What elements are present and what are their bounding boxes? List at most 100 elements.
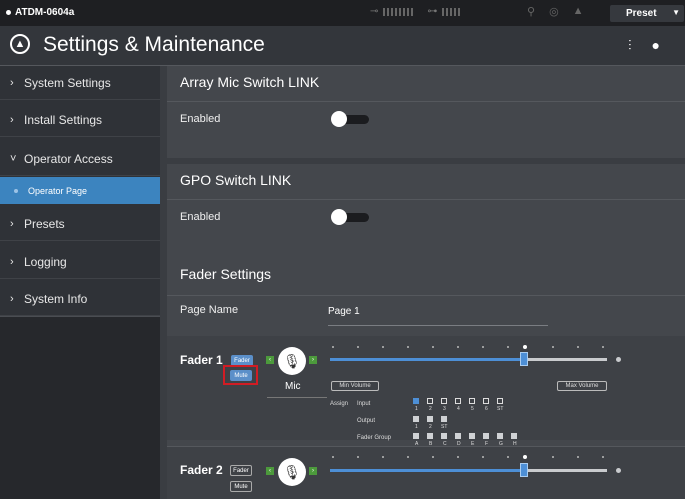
output-meter: ⊶ bbox=[427, 6, 463, 17]
fader-1-block: Fader 1 Fader Mute ‹ 🎙 › Mic Min Volume … bbox=[167, 336, 685, 441]
left-arrow-icon[interactable]: ‹ bbox=[266, 467, 274, 475]
input-num: 4 bbox=[457, 406, 460, 412]
fader-2-mute-button[interactable]: Mute bbox=[230, 481, 252, 492]
group-c-checkbox[interactable] bbox=[441, 433, 447, 439]
input-label: Input bbox=[357, 401, 371, 407]
slider-tick bbox=[432, 456, 434, 458]
device-indicator: ATDM-0604a bbox=[6, 7, 74, 18]
group-g-checkbox[interactable] bbox=[497, 433, 503, 439]
input-5-checkbox[interactable] bbox=[469, 398, 475, 404]
fader-1-slider-thumb[interactable] bbox=[520, 352, 528, 366]
signal-icon: ◎ bbox=[549, 6, 559, 18]
chevron-down-icon: ▼ bbox=[672, 8, 680, 17]
array-mic-title: Array Mic Switch LINK bbox=[167, 66, 685, 102]
group-d-checkbox[interactable] bbox=[455, 433, 461, 439]
preset-dropdown[interactable]: Preset ▼ bbox=[610, 5, 684, 22]
mixer-settings-icon[interactable]: ⫶ bbox=[628, 37, 632, 54]
device-name: ATDM-0604a bbox=[15, 7, 75, 18]
sidebar-item-install-settings[interactable]: › Install Settings bbox=[0, 103, 160, 137]
sidebar-item-system-info[interactable]: › System Info bbox=[0, 282, 160, 316]
input-1-checkbox[interactable] bbox=[413, 398, 419, 404]
source-underline bbox=[267, 397, 327, 398]
input-3-checkbox[interactable] bbox=[441, 398, 447, 404]
fader-1-slider-fill bbox=[330, 358, 523, 361]
input-num: 3 bbox=[443, 406, 446, 412]
bullet-icon bbox=[14, 188, 18, 193]
output-num: 2 bbox=[429, 424, 432, 430]
link-icon: ⚲ bbox=[527, 6, 536, 18]
input-st-checkbox[interactable] bbox=[497, 398, 503, 404]
group-a-checkbox[interactable] bbox=[413, 433, 419, 439]
chevron-right-icon: › bbox=[10, 292, 14, 305]
output-label: Output bbox=[357, 418, 376, 424]
gpo-toggle[interactable] bbox=[331, 209, 371, 225]
brand-logo-icon: ▲ bbox=[10, 34, 30, 54]
chevron-down-icon: ˅ bbox=[10, 152, 17, 165]
sidebar-item-label: System Settings bbox=[24, 75, 111, 90]
output-meter-bars bbox=[442, 7, 463, 16]
fader-1-mute-button[interactable]: Mute bbox=[230, 370, 252, 381]
left-arrow-icon[interactable]: ‹ bbox=[266, 356, 274, 364]
right-arrow-icon[interactable]: › bbox=[309, 356, 317, 364]
preset-label: Preset bbox=[626, 8, 657, 19]
output-num: 1 bbox=[415, 424, 418, 430]
slider-tick bbox=[552, 456, 554, 458]
input-num: 1 bbox=[415, 406, 418, 412]
fader-2-fader-button[interactable]: Fader bbox=[230, 465, 252, 476]
slider-tick bbox=[457, 346, 459, 348]
assign-label: Assign bbox=[330, 401, 349, 407]
slider-tick bbox=[332, 346, 334, 348]
slider-tick bbox=[382, 456, 384, 458]
output-1-checkbox[interactable] bbox=[413, 416, 419, 422]
fader-1-source-label: Mic bbox=[285, 381, 301, 392]
chevron-right-icon: › bbox=[10, 255, 14, 268]
fader-1-name: Fader 1 bbox=[180, 353, 223, 367]
toggle-knob bbox=[331, 111, 347, 127]
array-mic-toggle[interactable] bbox=[331, 111, 371, 127]
sidebar-item-label: Install Settings bbox=[24, 112, 103, 127]
min-volume-button[interactable]: Min Volume bbox=[331, 381, 379, 391]
sidebar-subitem-label: Operator Page bbox=[28, 185, 88, 196]
page-name-input[interactable]: Page 1 bbox=[328, 306, 360, 317]
slider-tick-unity bbox=[523, 455, 527, 459]
group-h-checkbox[interactable] bbox=[511, 433, 517, 439]
max-volume-button[interactable]: Max Volume bbox=[557, 381, 607, 391]
header-icons: ⫶ ● bbox=[628, 37, 660, 54]
input-meter: ⊸ bbox=[370, 6, 414, 17]
chevron-right-icon: › bbox=[10, 217, 14, 230]
output-2-checkbox[interactable] bbox=[427, 416, 433, 422]
group-f-checkbox[interactable] bbox=[483, 433, 489, 439]
user-icon[interactable]: ● bbox=[652, 37, 660, 54]
page-name-label: Page Name bbox=[180, 304, 239, 316]
group-b-checkbox[interactable] bbox=[427, 433, 433, 439]
slider-tick bbox=[552, 346, 554, 348]
fader-2-name: Fader 2 bbox=[180, 463, 223, 477]
sidebar-item-system-settings[interactable]: › System Settings bbox=[0, 66, 160, 100]
input-meter-bars bbox=[383, 7, 414, 16]
chevron-right-icon: › bbox=[10, 113, 14, 126]
slider-tick bbox=[482, 346, 484, 348]
right-arrow-icon[interactable]: › bbox=[309, 467, 317, 475]
sidebar-item-logging[interactable]: › Logging bbox=[0, 245, 160, 279]
input-6-checkbox[interactable] bbox=[483, 398, 489, 404]
sidebar-item-operator-access[interactable]: ˅ Operator Access bbox=[0, 142, 160, 176]
sidebar-empty-area bbox=[0, 317, 160, 499]
group-e-checkbox[interactable] bbox=[469, 433, 475, 439]
gpo-enabled-label: Enabled bbox=[180, 211, 221, 223]
input-meter-icon: ⊸ bbox=[370, 6, 380, 17]
sidebar-item-label: System Info bbox=[24, 291, 88, 306]
gpo-title: GPO Switch LINK bbox=[167, 164, 685, 200]
output-st-checkbox[interactable] bbox=[441, 416, 447, 422]
input-2-checkbox[interactable] bbox=[427, 398, 433, 404]
sidebar-item-presets[interactable]: › Presets bbox=[0, 207, 160, 241]
mic-icon[interactable]: 🎙 bbox=[278, 347, 306, 375]
input-num: 5 bbox=[471, 406, 474, 412]
fader-2-slider-thumb[interactable] bbox=[520, 463, 528, 477]
level-meters: ⊸ ⊶ bbox=[370, 6, 463, 17]
fader-2-block: Fader 2 Fader Mute ‹ 🎙 › bbox=[167, 446, 685, 499]
mic-icon[interactable]: 🎙 bbox=[278, 458, 306, 486]
sidebar-item-operator-page[interactable]: Operator Page bbox=[0, 177, 160, 204]
slider-tick bbox=[577, 346, 579, 348]
input-4-checkbox[interactable] bbox=[455, 398, 461, 404]
sidebar-item-label: Operator Access bbox=[24, 151, 113, 166]
